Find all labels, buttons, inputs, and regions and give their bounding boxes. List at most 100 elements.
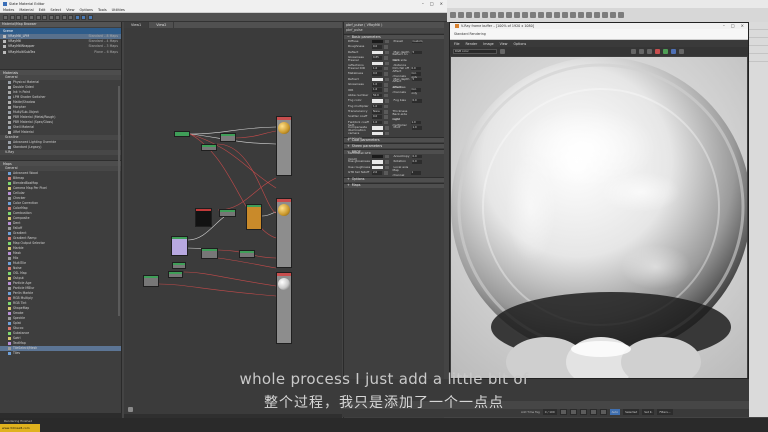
- move-icon[interactable]: [490, 12, 496, 18]
- param-value-field[interactable]: 0.0: [372, 115, 382, 119]
- map-slot-button[interactable]: [385, 154, 389, 159]
- material-editor-icon[interactable]: [570, 12, 576, 18]
- material-node[interactable]: [276, 198, 292, 268]
- select-tool-icon[interactable]: [3, 14, 8, 20]
- panel-row[interactable]: [749, 30, 768, 38]
- param-value-field[interactable]: 5: [411, 50, 422, 55]
- map-slot-button[interactable]: [384, 88, 388, 92]
- material-node[interactable]: [276, 272, 292, 344]
- bitmap-node[interactable]: [195, 208, 212, 227]
- show-map-icon[interactable]: [48, 14, 54, 20]
- vfb-menu-view[interactable]: View: [500, 42, 508, 46]
- vray-icon[interactable]: [610, 12, 616, 18]
- select-icon[interactable]: [482, 12, 488, 18]
- map-node[interactable]: [168, 271, 183, 278]
- color-swatch[interactable]: [372, 165, 383, 170]
- rotate-icon[interactable]: [498, 12, 504, 18]
- unlink-icon[interactable]: [474, 12, 480, 18]
- link-icon[interactable]: [466, 12, 472, 18]
- map-slot-button[interactable]: [384, 83, 388, 87]
- param-value-field[interactable]: 1.0: [410, 120, 421, 125]
- menu-modes[interactable]: Modes: [3, 8, 14, 12]
- schematic-icon[interactable]: [562, 12, 568, 18]
- map-node[interactable]: [172, 262, 186, 269]
- param-value-field[interactable]: Col. only: [410, 72, 421, 79]
- panel-row[interactable]: [749, 54, 768, 62]
- map-slot-button[interactable]: [385, 131, 389, 136]
- color-swatch[interactable]: [372, 61, 383, 65]
- map-slot-button[interactable]: [385, 160, 389, 164]
- color-swatch[interactable]: [372, 39, 383, 44]
- map-slot-button[interactable]: [385, 39, 389, 44]
- render-icon[interactable]: [594, 12, 600, 18]
- teapot-icon[interactable]: [602, 12, 608, 18]
- track-mouse-icon[interactable]: [639, 49, 644, 54]
- delete-icon[interactable]: [29, 14, 34, 20]
- maximize-icon[interactable]: □: [430, 1, 434, 6]
- menu-utilities[interactable]: Utilities: [112, 8, 125, 12]
- material-browser-icon[interactable]: [74, 14, 80, 20]
- minimize-icon[interactable]: –: [422, 1, 424, 6]
- map-slot-button[interactable]: [385, 165, 389, 170]
- material-node[interactable]: [276, 116, 292, 176]
- param-value-field[interactable]: 1.0: [411, 126, 422, 130]
- vfb-icon[interactable]: [618, 12, 624, 18]
- param-value-field[interactable]: 0.0: [411, 154, 422, 159]
- map-slot-button[interactable]: [384, 66, 388, 71]
- render-last-icon[interactable]: [679, 49, 684, 54]
- render-frame-icon[interactable]: [586, 12, 592, 18]
- map-slot-button[interactable]: [384, 120, 388, 125]
- menu-material[interactable]: Material: [19, 8, 33, 12]
- map-slot-button[interactable]: [384, 72, 388, 76]
- vfb-menu-file[interactable]: File: [454, 42, 460, 46]
- param-value-field[interactable]: 1.0: [372, 83, 382, 87]
- render-preview[interactable]: [451, 57, 747, 378]
- mirror-icon[interactable]: [530, 12, 536, 18]
- menu-options[interactable]: Options: [80, 8, 94, 12]
- map-slot-button[interactable]: [384, 56, 388, 60]
- parameter-editor-icon[interactable]: [81, 14, 86, 20]
- param-value-field[interactable]: 2.0: [372, 171, 382, 175]
- map-slot-button[interactable]: [385, 61, 389, 65]
- redo-icon[interactable]: [458, 12, 464, 18]
- panel-row[interactable]: [749, 22, 768, 30]
- panel-row[interactable]: [749, 38, 768, 46]
- browser-scrollbar[interactable]: [118, 86, 120, 316]
- vfb-menu-image[interactable]: Image: [483, 42, 493, 46]
- param-value-field[interactable]: 1.6: [372, 88, 382, 92]
- clear-icon[interactable]: [647, 49, 652, 54]
- menu-tools[interactable]: Tools: [98, 8, 107, 12]
- param-value-field[interactable]: 50.0: [372, 93, 382, 98]
- green-channel-icon[interactable]: [663, 49, 668, 54]
- pick-material-icon[interactable]: [9, 14, 15, 20]
- blue-channel-icon[interactable]: [671, 49, 676, 54]
- map-slot-button[interactable]: [384, 45, 388, 49]
- map-slot-button[interactable]: [385, 77, 389, 82]
- show-background-icon[interactable]: [55, 14, 60, 20]
- layer-icon[interactable]: [546, 12, 552, 18]
- param-value-field[interactable]: Custom: [411, 39, 422, 44]
- panel-row[interactable]: [749, 46, 768, 54]
- color-swatch[interactable]: [372, 126, 383, 130]
- color-swatch[interactable]: [372, 50, 383, 55]
- param-value-field[interactable]: 5: [411, 77, 422, 82]
- color-swatch[interactable]: [372, 131, 383, 136]
- param-value-field[interactable]: None: [372, 110, 382, 114]
- map-slot-button[interactable]: [385, 50, 389, 55]
- param-value-field[interactable]: 1.6: [372, 66, 382, 71]
- gradient-node[interactable]: [171, 236, 188, 256]
- menu-view[interactable]: View: [66, 8, 74, 12]
- rollout-sheen[interactable]: + Sheen parameters: [344, 143, 444, 149]
- param-value-field[interactable]: Col. only: [410, 88, 421, 95]
- map-slot-button[interactable]: [384, 115, 388, 119]
- param-value-field[interactable]: 1.0: [372, 120, 382, 125]
- layout-all-icon[interactable]: [61, 14, 67, 20]
- map-slot-button[interactable]: [384, 171, 388, 175]
- rollout-coat[interactable]: + Coat parameters: [344, 137, 444, 143]
- map-slot-button[interactable]: [384, 93, 388, 98]
- map-slot-button[interactable]: [385, 99, 389, 103]
- map-item[interactable]: Tiles: [0, 351, 121, 356]
- assign-material-icon[interactable]: [22, 14, 28, 20]
- map-node[interactable]: [201, 248, 218, 259]
- close-icon[interactable]: ×: [440, 1, 443, 6]
